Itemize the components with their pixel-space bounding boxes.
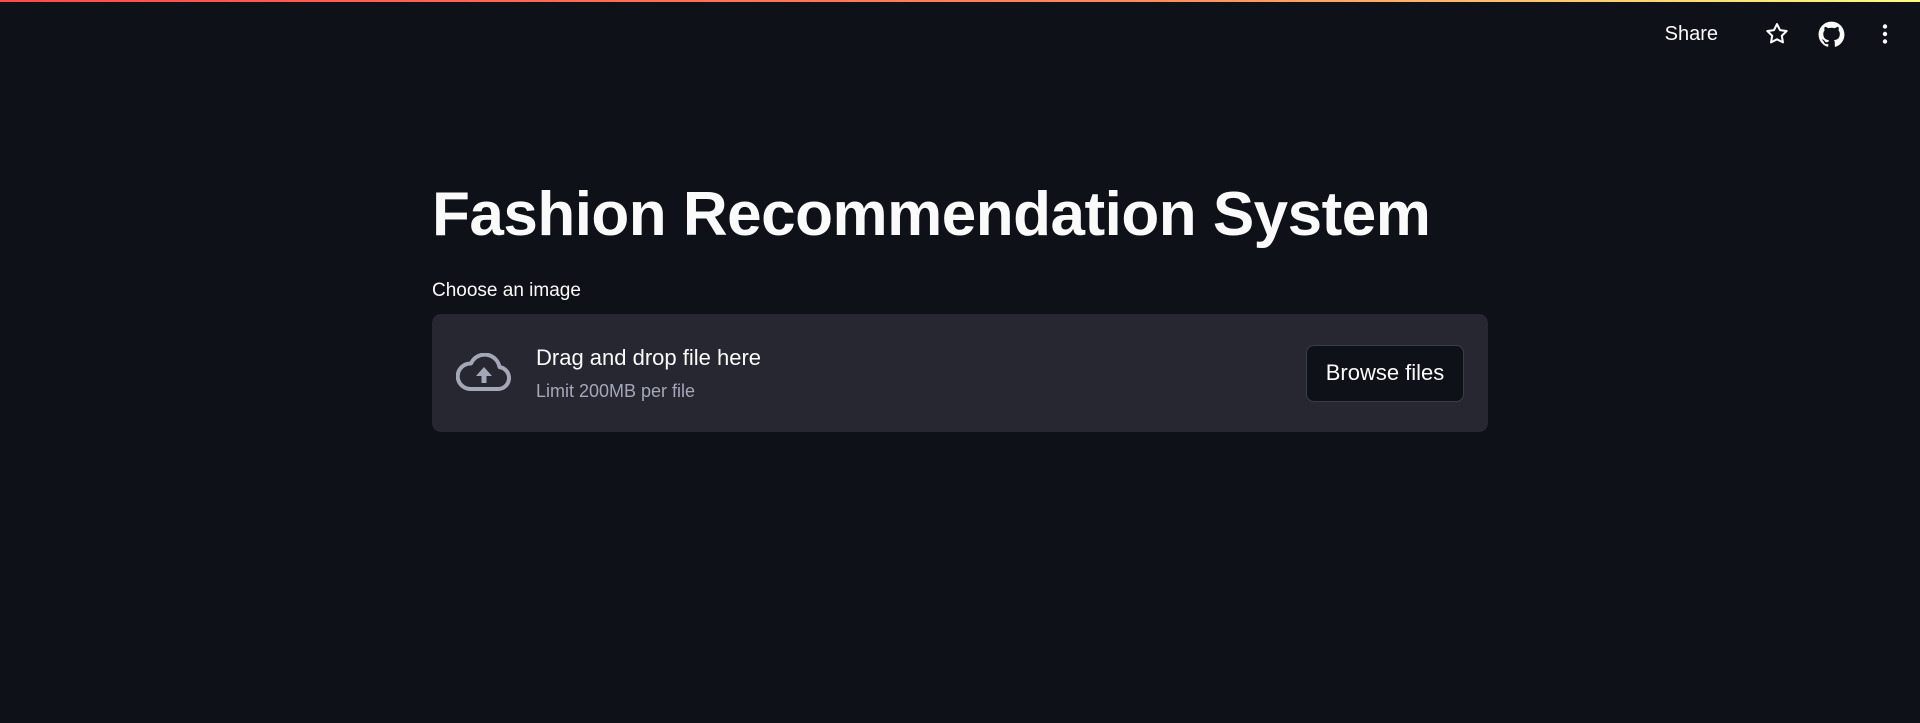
- file-dropzone[interactable]: Drag and drop file here Limit 200MB per …: [432, 314, 1488, 432]
- dropzone-limit: Limit 200MB per file: [536, 380, 696, 401]
- page-title: Fashion Recommendation System: [432, 180, 1431, 249]
- github-button[interactable]: [1810, 13, 1852, 55]
- dropzone-instructions: Drag and drop file here Limit 200MB per …: [536, 345, 1306, 402]
- star-button[interactable]: [1756, 13, 1798, 55]
- file-uploader-label: Choose an image: [432, 280, 581, 301]
- star-icon: [1766, 23, 1788, 44]
- dropzone-title: Drag and drop file here: [536, 344, 762, 370]
- more-vertical-icon: [1882, 24, 1888, 44]
- main-content: Fashion Recommendation System Choose an …: [432, 170, 1488, 432]
- github-icon: [1818, 21, 1844, 47]
- main-menu-button[interactable]: [1864, 13, 1906, 55]
- top-decoration-bar: [0, 0, 1920, 2]
- share-button[interactable]: Share: [1655, 17, 1728, 52]
- browse-files-button[interactable]: Browse files: [1306, 344, 1464, 402]
- cloud-upload-icon: [456, 345, 512, 401]
- app-header: Share: [1655, 0, 1920, 68]
